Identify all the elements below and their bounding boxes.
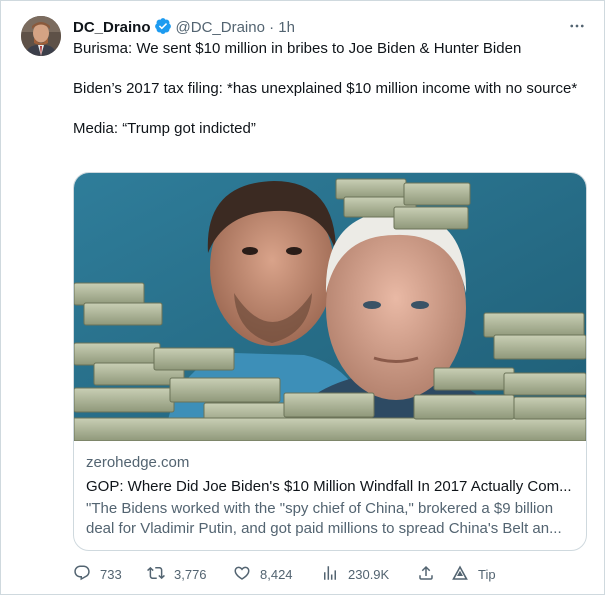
link-card-title[interactable]: GOP: Where Did Joe Biden's $10 Million W… [86, 477, 574, 497]
tweet-container[interactable]: DC_Draino @DC_Draino · 1h Burisma: We sen… [0, 0, 605, 595]
tweet-paragraph: Media: “Trump got indicted” [73, 120, 256, 137]
action-bar: 733 3,776 8,424 230.9K Tip [73, 561, 578, 587]
reply-count: 733 [100, 566, 122, 582]
views-icon [321, 564, 339, 585]
like-button[interactable]: 8,424 [233, 561, 293, 587]
retweet-button[interactable]: 3,776 [147, 561, 207, 587]
separator-dot: · [269, 19, 275, 36]
tweet-header: DC_Draino @DC_Draino · 1h [73, 17, 584, 37]
tip-button[interactable]: Tip [451, 561, 496, 587]
tweet-text: Burisma: We sent $10 million in bribes t… [73, 39, 578, 139]
reply-icon [73, 564, 91, 585]
share-icon [417, 564, 435, 585]
retweet-count: 3,776 [174, 566, 207, 582]
link-card[interactable]: zerohedge.com GOP: Where Did Joe Biden's… [73, 172, 587, 551]
views-count: 230.9K [348, 566, 390, 582]
tip-label: Tip [478, 566, 496, 582]
more-icon[interactable] [562, 11, 592, 41]
tweet-paragraph: Burisma: We sent $10 million in bribes t… [73, 40, 522, 57]
like-icon [233, 564, 251, 585]
retweet-icon [147, 564, 165, 585]
avatar-image [21, 16, 61, 56]
avatar[interactable] [21, 16, 61, 56]
tweet-paragraph: Biden’s 2017 tax filing: *has unexplaine… [73, 80, 578, 97]
like-count: 8,424 [260, 566, 293, 582]
link-card-domain: zerohedge.com [86, 454, 190, 471]
views-button[interactable]: 230.9K [321, 561, 389, 587]
share-button[interactable] [417, 561, 435, 587]
link-card-image[interactable] [74, 173, 586, 441]
verified-badge-icon [154, 17, 172, 41]
link-card-body: zerohedge.com GOP: Where Did Joe Biden's… [86, 453, 574, 539]
author-name[interactable]: DC_Draino [73, 19, 151, 36]
author-handle[interactable]: @DC_Draino [176, 19, 265, 36]
link-card-description: "The Bidens worked with the "spy chief o… [86, 500, 562, 537]
timestamp[interactable]: 1h [278, 19, 295, 36]
reply-button[interactable]: 733 [73, 561, 122, 587]
tip-icon [451, 564, 469, 585]
